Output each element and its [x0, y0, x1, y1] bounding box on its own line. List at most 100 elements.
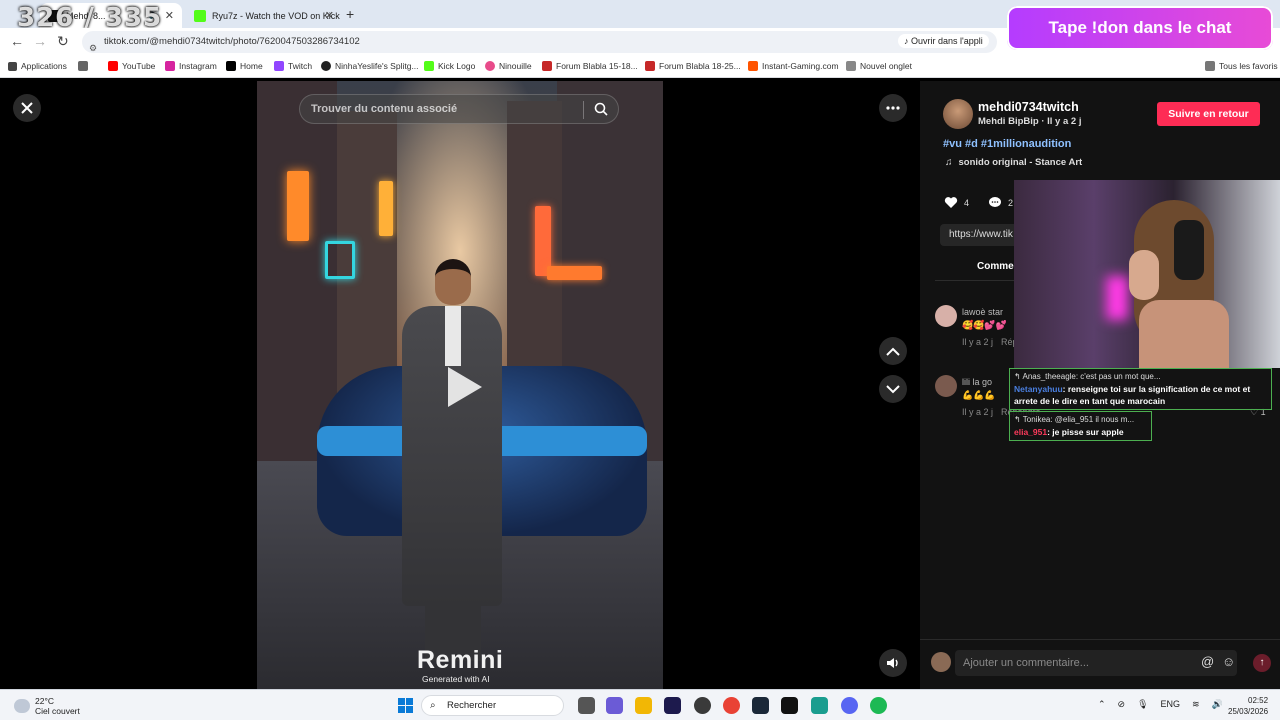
forward-icon[interactable]: → — [33, 33, 47, 49]
bookmark-grid[interactable] — [78, 61, 92, 71]
new-tab-icon[interactable]: + — [346, 6, 354, 22]
weather-condition: Ciel couvert — [35, 706, 80, 716]
next-button[interactable] — [879, 375, 907, 403]
tab-comments[interactable]: Comme — [977, 261, 1014, 272]
all-favorites[interactable]: Tous les favoris — [1205, 61, 1278, 71]
send-icon[interactable]: ↑ — [1253, 654, 1271, 672]
close-icon — [21, 102, 33, 114]
comment-input[interactable] — [955, 650, 1237, 676]
windows-taskbar: 22°C Ciel couvert ⌕ Rechercher ⌃ ⊘ 🎙 ENG… — [0, 689, 1280, 720]
neon-sign — [547, 266, 602, 280]
windows-start-icon[interactable] — [398, 698, 413, 713]
bookmark-forum-2[interactable]: Forum Blabla 18-25... — [645, 61, 741, 71]
splitgate-icon — [321, 61, 331, 71]
url-text: tiktok.com/@mehdi0734twitch/photo/762004… — [104, 36, 360, 47]
bookmark-youtube[interactable]: YouTube — [108, 61, 155, 71]
discord-icon[interactable] — [841, 697, 858, 714]
bookmark-kick[interactable]: Kick Logo — [424, 61, 475, 71]
bookmark-label: Kick Logo — [438, 61, 476, 71]
url-field[interactable]: ⚙ tiktok.com/@mehdi0734twitch/photo/7620… — [82, 31, 997, 53]
neon-sign — [325, 241, 355, 279]
browser-tab[interactable]: Ryu7z - Watch the VOD on Kick ✕ — [186, 3, 342, 28]
avatar[interactable] — [943, 99, 973, 129]
bookmark-forum-1[interactable]: Forum Blabla 15-18... — [542, 61, 638, 71]
comment-button[interactable]: 2 — [988, 196, 1013, 209]
spotify-icon[interactable] — [870, 697, 887, 714]
search-placeholder: Trouver du contenu associé — [311, 103, 458, 115]
comment-author[interactable]: lili la go — [962, 377, 992, 387]
instagram-icon — [165, 61, 175, 71]
bookmark-new-tab[interactable]: Nouvel onglet — [846, 61, 912, 71]
reply-context-text: Anas_theeagle: c'est pas un mot que... — [1022, 372, 1161, 381]
wifi-icon[interactable]: ≋ — [1192, 699, 1200, 710]
play-icon[interactable] — [444, 364, 484, 410]
chevron-up-icon — [886, 347, 900, 356]
premiere-pro-icon[interactable] — [664, 697, 681, 714]
jvc-icon — [645, 61, 655, 71]
cloud-icon — [14, 699, 30, 713]
weather-widget[interactable]: 22°C Ciel couvert — [14, 696, 80, 716]
avatar[interactable] — [935, 305, 957, 327]
like-button[interactable]: 4 — [944, 196, 969, 209]
task-view-icon[interactable] — [578, 697, 595, 714]
comment-count: 2 — [1008, 197, 1014, 208]
comment-text: 💪💪💪 — [962, 390, 996, 400]
search-icon[interactable] — [594, 102, 608, 116]
comment-time: Il y a 2 j — [962, 407, 994, 417]
time: 02:52 — [1248, 696, 1269, 705]
file-explorer-icon[interactable] — [635, 697, 652, 714]
kick-icon — [424, 61, 434, 71]
temperature: 22°C — [35, 696, 54, 706]
follow-back-button[interactable]: Suivre en retour — [1157, 102, 1260, 126]
divider — [583, 101, 584, 119]
clock[interactable]: 02:52 25/03/2026 — [1228, 695, 1268, 717]
sound-link[interactable]: ♫ sonido original - Stance Art — [945, 157, 1082, 168]
previous-button[interactable] — [879, 337, 907, 365]
app-icon[interactable] — [811, 697, 828, 714]
app-icon[interactable] — [694, 697, 711, 714]
twitch-icon — [274, 61, 284, 71]
avatar[interactable] — [935, 375, 957, 397]
volume-icon[interactable]: 🔊 — [1212, 699, 1223, 710]
microphone-icon[interactable]: 🎙 — [1137, 699, 1148, 710]
chrome-icon[interactable] — [723, 697, 740, 714]
username[interactable]: mehdi0734twitch — [978, 100, 1079, 114]
open-app-label: Ouvrir dans l'appli — [911, 36, 983, 46]
volume-button[interactable] — [879, 649, 907, 677]
steam-icon[interactable] — [752, 697, 769, 714]
bookmark-instagram[interactable]: Instagram — [165, 61, 217, 71]
bookmark-applications[interactable]: Applications — [8, 61, 67, 71]
bookmark-instant-gaming[interactable]: Instant-Gaming.com — [748, 61, 839, 71]
bookmark-label: Twitch — [288, 61, 313, 71]
close-tab-icon[interactable]: ✕ — [165, 9, 174, 22]
apps-icon — [78, 61, 88, 71]
mention-icon[interactable]: @ — [1201, 654, 1214, 669]
chat-username: Netanyahuu — [1014, 384, 1063, 394]
hashtags[interactable]: #vu #d #1millionaudition — [943, 138, 1071, 150]
copilot-icon[interactable] — [606, 697, 623, 714]
bookmark-label: YouTube — [122, 61, 156, 71]
tiktok-icon[interactable] — [781, 697, 798, 714]
open-in-app-button[interactable]: ♪ Ouvrir dans l'appli — [898, 34, 989, 48]
chevron-up-icon[interactable]: ⌃ — [1098, 699, 1106, 710]
bookmark-x[interactable]: Home — [226, 61, 263, 71]
neon-sign — [287, 171, 309, 241]
related-content-search[interactable]: Trouver du contenu associé — [299, 94, 619, 124]
shirt — [445, 306, 461, 366]
bookmark-splitgate[interactable]: NinhaYeslife's Splitg... — [321, 61, 419, 71]
language-indicator[interactable]: ENG — [1161, 699, 1181, 710]
back-icon[interactable]: ← — [10, 33, 24, 49]
network-off-icon[interactable]: ⊘ — [1118, 699, 1126, 710]
close-button[interactable] — [13, 94, 41, 122]
close-tab-icon[interactable]: ✕ — [325, 9, 334, 22]
like-count: 4 — [964, 197, 970, 208]
heart-icon — [944, 197, 958, 208]
bookmark-twitch[interactable]: Twitch — [274, 61, 312, 71]
taskbar-search[interactable]: ⌕ Rechercher — [421, 695, 564, 716]
bookmark-ninouille[interactable]: Ninouille — [485, 61, 532, 71]
comment-author[interactable]: lawoè star — [962, 307, 1003, 317]
reload-icon[interactable]: ↻ — [57, 33, 69, 50]
chat-text: : je pisse sur apple — [1047, 427, 1124, 437]
emoji-icon[interactable]: ☺ — [1222, 654, 1235, 669]
more-options-button[interactable] — [879, 94, 907, 122]
